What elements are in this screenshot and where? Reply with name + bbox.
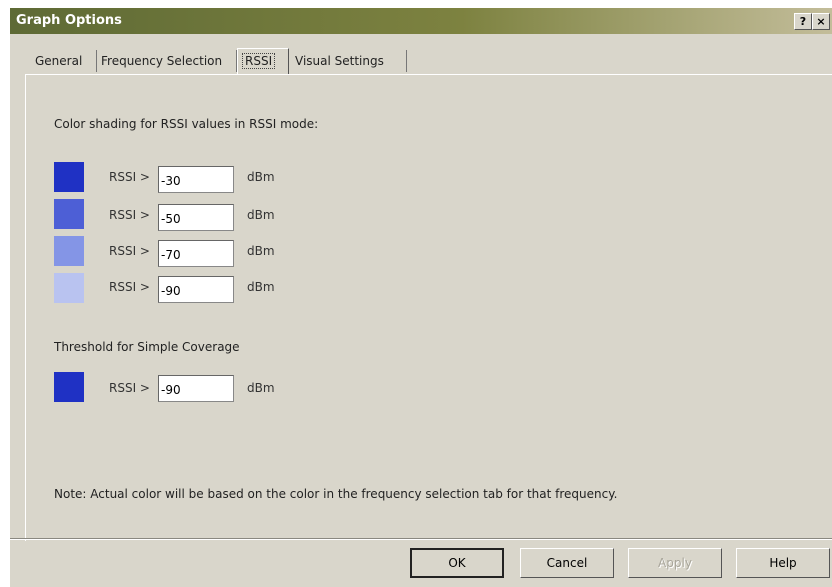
ok-button[interactable]: OK [410, 548, 504, 578]
rssi-threshold-input-3[interactable] [158, 240, 234, 267]
unit-label-4: dBm [247, 280, 275, 294]
close-icon[interactable]: × [812, 13, 830, 30]
shading-heading: Color shading for RSSI values in RSSI mo… [54, 117, 319, 131]
unit-label-3: dBm [247, 244, 275, 258]
coverage-unit-label: dBm [247, 381, 275, 395]
color-swatch-1[interactable] [54, 162, 84, 192]
threshold-heading: Threshold for Simple Coverage [54, 340, 240, 354]
rssi-label-3: RSSI > [109, 244, 150, 258]
help-button[interactable]: Help [736, 548, 830, 578]
rssi-label-2: RSSI > [109, 208, 150, 222]
rssi-tab-panel: Color shading for RSSI values in RSSI mo… [25, 74, 832, 541]
color-swatch-4[interactable] [54, 273, 84, 303]
rssi-threshold-input-1[interactable] [158, 166, 234, 193]
rssi-threshold-input-2[interactable] [158, 204, 234, 231]
apply-button[interactable]: Apply [628, 548, 722, 578]
coverage-rssi-label: RSSI > [109, 381, 150, 395]
coverage-threshold-input[interactable] [158, 375, 234, 402]
rssi-threshold-input-4[interactable] [158, 276, 234, 303]
rssi-label-4: RSSI > [109, 280, 150, 294]
coverage-color-swatch[interactable] [54, 372, 84, 402]
cancel-button[interactable]: Cancel [520, 548, 614, 578]
graph-options-dialog: Graph Options ? × General Frequency Sele… [10, 8, 832, 587]
unit-label-1: dBm [247, 170, 275, 184]
title-bar[interactable]: Graph Options ? × [10, 8, 832, 34]
tab-frequency-selection[interactable]: Frequency Selection [97, 50, 237, 72]
color-swatch-2[interactable] [54, 199, 84, 229]
tab-general[interactable]: General [31, 50, 97, 72]
color-note: Note: Actual color will be based on the … [54, 487, 618, 501]
rssi-label-1: RSSI > [109, 170, 150, 184]
color-swatch-3[interactable] [54, 236, 84, 266]
button-separator [10, 538, 832, 540]
help-question-icon[interactable]: ? [794, 13, 812, 30]
tab-visual-settings[interactable]: Visual Settings [291, 50, 407, 72]
tab-rssi[interactable]: RSSI [237, 48, 289, 74]
window-title: Graph Options [16, 13, 122, 28]
unit-label-2: dBm [247, 208, 275, 222]
tab-rssi-label: RSSI [242, 53, 276, 69]
